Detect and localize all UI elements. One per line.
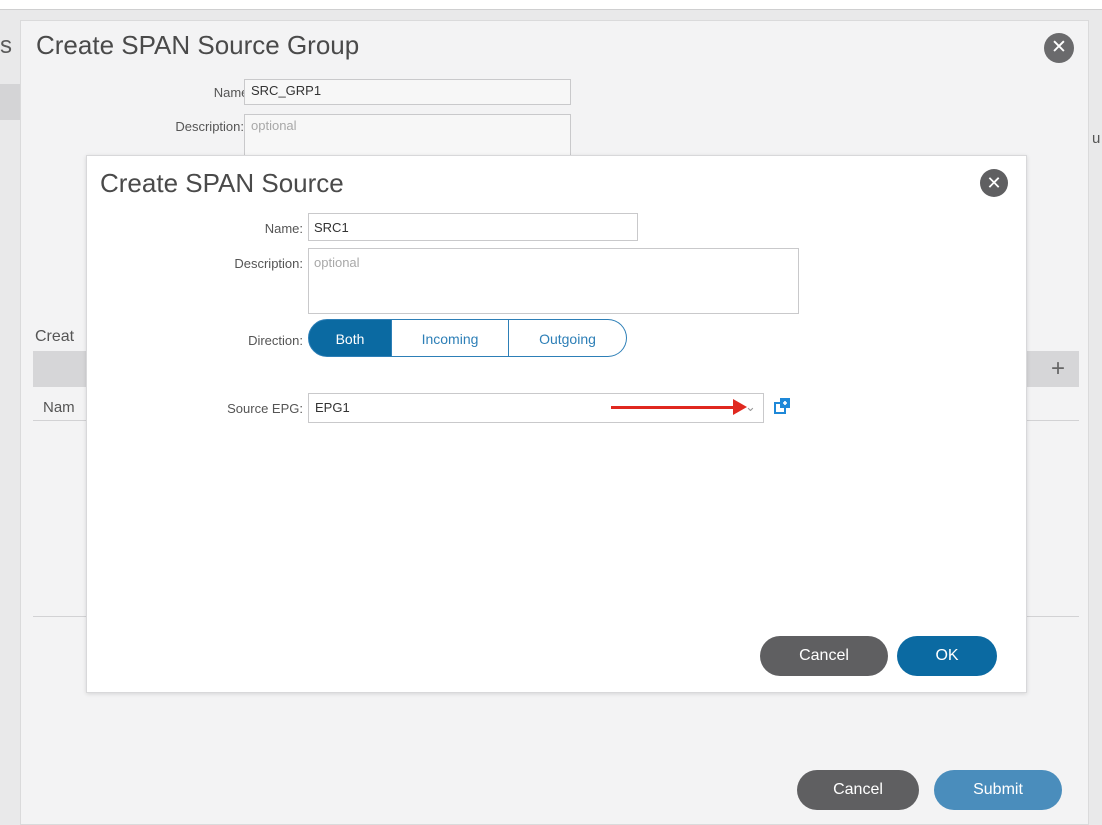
name-label: Name:: [264, 221, 303, 236]
annotation-arrow: [611, 406, 735, 409]
source-epg-label: Source EPG:: [227, 401, 303, 416]
submit-button[interactable]: Submit: [934, 770, 1062, 810]
background-text-right: u: [1092, 130, 1101, 147]
dialog-title: Create SPAN Source Group: [36, 30, 360, 60]
top-border: [0, 0, 1102, 10]
source-name-value: SRC1: [314, 220, 349, 235]
description-placeholder: optional: [251, 118, 297, 133]
section-heading: Creat: [35, 328, 75, 345]
direction-toggle: Both Incoming Outgoing: [308, 319, 627, 359]
direction-incoming-button[interactable]: Incoming: [392, 319, 509, 357]
chevron-down-icon[interactable]: ⌄: [745, 399, 756, 415]
name-label: Name:: [213, 85, 252, 100]
background-text: s: [0, 32, 12, 59]
close-icon[interactable]: ✕: [1044, 33, 1074, 63]
direction-both-button[interactable]: Both: [308, 319, 392, 357]
description-placeholder: optional: [314, 255, 360, 270]
dialog-title: Create SPAN Source: [100, 168, 344, 198]
group-name-value: SRC_GRP1: [251, 83, 322, 98]
source-epg-value: EPG1: [315, 400, 350, 415]
group-name-field[interactable]: SRC_GRP1: [244, 79, 571, 105]
description-label: Description:: [234, 256, 303, 271]
copy-icon[interactable]: [773, 396, 793, 416]
cancel-button[interactable]: Cancel: [760, 636, 888, 676]
close-icon[interactable]: ✕: [980, 169, 1008, 197]
direction-outgoing-button[interactable]: Outgoing: [509, 319, 627, 357]
create-span-source-dialog: Create SPAN Source ✕ Name: SRC1 Descript…: [86, 155, 1027, 693]
description-label: Description:: [175, 119, 244, 134]
source-name-field[interactable]: SRC1: [308, 213, 638, 241]
group-description-field[interactable]: optional: [244, 114, 571, 156]
cancel-button[interactable]: Cancel: [797, 770, 919, 810]
column-header-name: Nam: [43, 399, 75, 416]
direction-label: Direction:: [248, 333, 303, 348]
ok-button[interactable]: OK: [897, 636, 997, 676]
plus-icon[interactable]: +: [1051, 355, 1065, 383]
source-description-field[interactable]: optional: [308, 248, 799, 314]
